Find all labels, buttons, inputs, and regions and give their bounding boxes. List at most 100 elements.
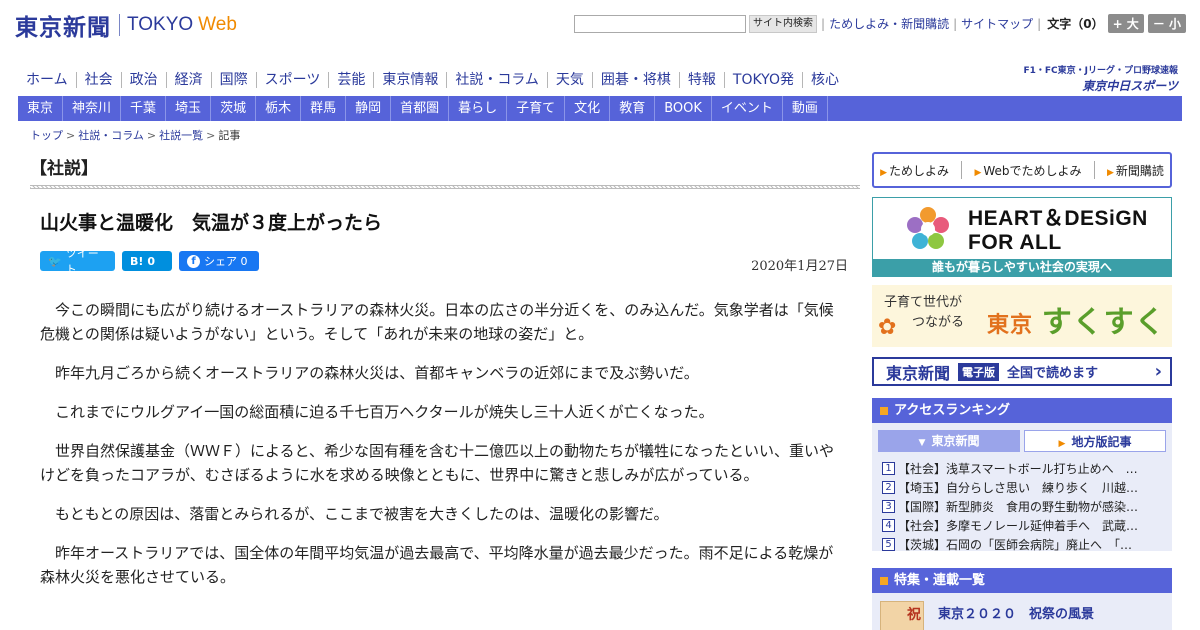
rank-number: 4 xyxy=(882,519,895,532)
digital-edition-text: 全国で読めます xyxy=(1007,366,1099,381)
access-ranking-header: アクセスランキング xyxy=(872,398,1172,423)
regional-nav-item[interactable]: 教育 xyxy=(610,96,656,121)
triangle-right-icon: ▶ xyxy=(1106,167,1114,178)
heart-design-title-line2: FOR ALL xyxy=(968,231,1062,254)
main-nav-item[interactable]: 経済 xyxy=(165,72,211,88)
digital-edition-tag: 電子版 xyxy=(958,362,1000,381)
main-nav-item[interactable]: 国際 xyxy=(210,72,256,88)
ranking-item[interactable]: 4 【社会】多摩モノレール延伸着手へ 武蔵… xyxy=(882,516,1167,535)
article-paragraph: 昨年オーストラリアでは、国全体の年間平均気温が過去最高で、平均降水量が過去最少だ… xyxy=(40,544,834,586)
sukusuku-banner[interactable]: 子育て世代が つながる ✿ 東京 すくすく xyxy=(872,285,1172,347)
trial-links-box: ▶ ためしよみ ▶ Webでためしよみ ▶ 新聞購読 xyxy=(872,152,1172,188)
regional-nav-item[interactable]: 千葉 xyxy=(121,96,167,121)
triangle-right-icon: ▶ xyxy=(1058,439,1066,449)
main-nav-item[interactable]: 囲碁・将棋 xyxy=(591,72,679,88)
regional-nav-item[interactable]: 暮らし xyxy=(449,96,508,121)
regional-nav-item[interactable]: 首都圏 xyxy=(391,96,450,121)
triangle-right-icon: ▶ xyxy=(974,167,982,178)
util-divider: | xyxy=(953,16,958,31)
article-paragraph: これまでにウルグアイ一国の総面積に迫る千七百万ヘクタールが焼失し三十人近くが亡く… xyxy=(55,403,714,421)
breadcrumb-editorial[interactable]: 社説・コラム xyxy=(78,129,144,142)
regional-nav-item[interactable]: 動画 xyxy=(783,96,828,121)
regional-nav-item[interactable]: 文化 xyxy=(565,96,611,121)
regional-nav-item[interactable]: イベント xyxy=(712,96,783,121)
site-search-input[interactable] xyxy=(574,14,747,33)
main-nav-item[interactable]: TOKYO発 xyxy=(723,72,802,88)
facebook-share-button[interactable]: f シェア 0 xyxy=(179,251,259,271)
section-title: 【社説】 xyxy=(30,159,98,179)
breadcrumb-separator: > xyxy=(66,129,76,142)
breadcrumb-editorial-list[interactable]: 社説一覧 xyxy=(159,129,203,142)
util-divider: | xyxy=(1037,16,1042,31)
regional-nav-item[interactable]: 群馬 xyxy=(301,96,347,121)
twitter-bird-icon: 🐦 xyxy=(48,254,62,268)
article-headline: 山火事と温暖化 気温が３度上がったら xyxy=(40,212,383,234)
rank-number: 5 xyxy=(882,538,895,551)
breadcrumb-top[interactable]: トップ xyxy=(30,129,63,142)
hatena-bookmark-button[interactable]: B! 0 xyxy=(122,251,172,271)
heart-design-banner[interactable]: HEART＆DESiGN FOR ALL 誰もが暮らしやすい社会の実現へ xyxy=(872,197,1172,277)
share-count: 0 xyxy=(240,254,248,268)
main-nav-item[interactable]: 社会 xyxy=(75,72,121,88)
font-smaller-button[interactable]: － 小 xyxy=(1147,14,1186,33)
ranking-tab-tokyo[interactable]: ▼ 東京新聞 xyxy=(878,430,1020,452)
site-search-button[interactable]: サイト内検索 xyxy=(749,14,818,33)
hatena-count: 0 xyxy=(147,254,156,268)
main-nav-item[interactable]: スポーツ xyxy=(255,72,329,88)
breadcrumb-separator: > xyxy=(146,129,157,142)
ranking-item[interactable]: 3 【国際】新型肺炎 食用の野生動物が感染… xyxy=(882,497,1167,516)
heart-design-title: HEART＆DESiGN FOR ALL xyxy=(968,207,1148,255)
sukusuku-tagline-line1: 子育て世代が xyxy=(884,295,963,310)
trial-read-link[interactable]: ▶ ためしよみ xyxy=(880,162,949,179)
main-nav-item[interactable]: ホーム xyxy=(18,72,76,88)
publish-date: 2020年1月27日 xyxy=(751,259,848,274)
access-ranking-title: アクセスランキング xyxy=(894,403,1010,418)
main-nav-item[interactable]: 政治 xyxy=(120,72,166,88)
regional-nav-item[interactable]: 神奈川 xyxy=(63,96,122,121)
regional-nav-item[interactable]: 子育て xyxy=(507,96,566,121)
regional-nav-item[interactable]: BOOK xyxy=(655,96,712,121)
main-nav-item[interactable]: 社説・コラム xyxy=(446,72,547,88)
chunichi-tagline: F1・FC東京・Jリーグ・プロ野球速報 xyxy=(1023,66,1178,76)
chevron-right-icon: › xyxy=(1154,361,1162,382)
regional-nav-item[interactable]: 静岡 xyxy=(346,96,392,121)
web-trial-link[interactable]: ▶ Webでためしよみ xyxy=(974,162,1081,179)
breadcrumb-separator: > xyxy=(206,129,216,142)
regional-nav-item[interactable]: 東京 xyxy=(18,96,64,121)
digital-edition-banner[interactable]: 東京新聞 電子版 全国で読めます › xyxy=(872,357,1172,386)
regional-nav-item[interactable]: 茨城 xyxy=(211,96,257,121)
sitemap-link[interactable]: サイトマップ xyxy=(961,15,1033,32)
subscribe-link[interactable]: ▶ 新聞購読 xyxy=(1107,162,1164,179)
article-paragraph: もともとの原因は、落雷とみられるが、ここまで被害を大きくしたのは、温暖化の影響だ… xyxy=(55,505,669,523)
main-nav-item[interactable]: 核心 xyxy=(801,72,847,88)
hatena-icon: B! xyxy=(130,254,144,268)
trial-read-label: ためしよみ xyxy=(889,163,950,178)
rank-number: 2 xyxy=(882,481,895,494)
features-title: 特集・連載一覧 xyxy=(894,573,986,588)
sukusuku-tokyo: 東京 xyxy=(987,313,1034,338)
feature-thumbnail[interactable]: 祝 xyxy=(880,601,924,630)
ranking-item[interactable]: 2 【埼玉】自分らしさ思い 練り歩く 川越… xyxy=(882,478,1167,497)
trial-subscribe-link[interactable]: ためしよみ・新聞購読 xyxy=(829,15,949,32)
section-divider xyxy=(30,185,860,189)
heart-design-logo-icon xyxy=(907,207,949,249)
main-nav: ホーム 社会 政治 経済 国際 スポーツ 芸能 東京情報 社説・コラム 天気 囲… xyxy=(18,68,847,92)
font-larger-button[interactable]: + 大 xyxy=(1107,14,1144,33)
main-nav-item[interactable]: 特報 xyxy=(678,72,724,88)
chunichi-logo: 東京中日スポーツ xyxy=(1082,79,1178,93)
logo-tokyo-shimbun: 東京新聞 xyxy=(15,14,111,41)
regional-nav-item[interactable]: 埼玉 xyxy=(166,96,212,121)
ranking-tab-local[interactable]: ▶ 地方版記事 xyxy=(1024,430,1166,452)
chunichi-sports-banner[interactable]: F1・FC東京・Jリーグ・プロ野球速報 東京中日スポーツ xyxy=(1023,63,1178,94)
square-bullet-icon xyxy=(880,576,888,585)
ranking-item[interactable]: 5 【茨城】石岡の「医師会病院」廃止へ 「… xyxy=(882,535,1167,554)
tweet-button[interactable]: 🐦 ツイート xyxy=(40,247,115,276)
sukusuku-logo: 東京 すくすく xyxy=(987,297,1166,341)
feature-item-title[interactable]: 東京２０２０ 祝祭の風景 xyxy=(938,603,1094,622)
main-nav-item[interactable]: 天気 xyxy=(546,72,592,88)
ranking-item[interactable]: 1 【社会】浅草スマートボール打ち止めへ … xyxy=(882,459,1167,478)
main-nav-item[interactable]: 東京情報 xyxy=(373,72,446,88)
site-logo[interactable]: 東京新聞 TOKYO Web xyxy=(15,8,237,42)
main-nav-item[interactable]: 芸能 xyxy=(328,72,373,88)
regional-nav-item[interactable]: 栃木 xyxy=(256,96,302,121)
